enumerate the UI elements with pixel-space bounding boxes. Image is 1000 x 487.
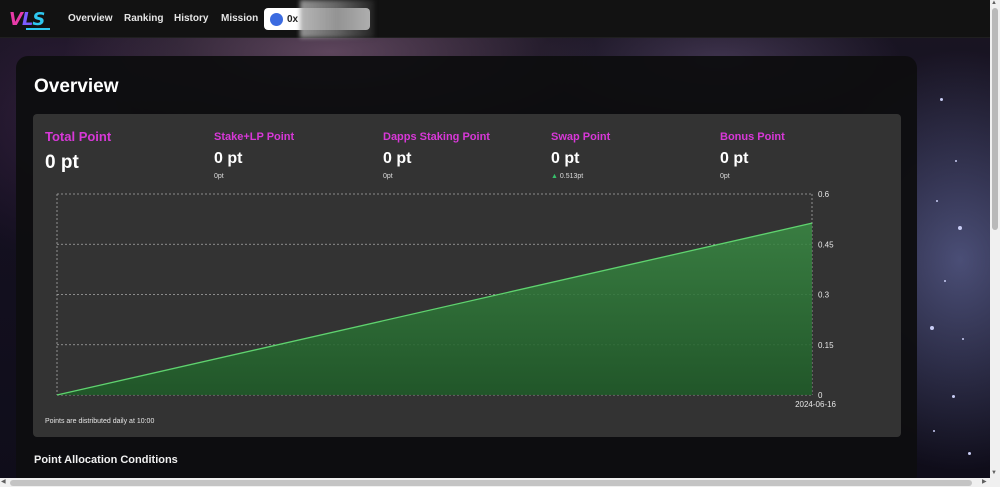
y-tick-label: 0.45 [818, 240, 834, 249]
y-tick-label: 0.3 [818, 291, 830, 300]
section-title: Point Allocation Conditions [34, 454, 178, 466]
y-tick-label: 0 [818, 391, 823, 400]
distribution-note: Points are distributed daily at 10:00 [45, 418, 155, 425]
x-tick-label: 2024-06-16 [795, 400, 836, 409]
scroll-up-arrow-icon[interactable]: ▲ [991, 0, 997, 6]
scroll-left-arrow-icon[interactable]: ◀ [1, 478, 6, 485]
horizontal-scrollbar-thumb[interactable] [10, 480, 972, 486]
y-tick-label: 0.6 [818, 190, 830, 199]
y-tick-label: 0.15 [818, 341, 834, 350]
scroll-down-arrow-icon[interactable]: ▼ [991, 470, 997, 476]
points-chart: 0 0.15 0.3 0.45 0.6 2024-06-16 [56, 190, 837, 409]
vertical-scrollbar-thumb[interactable] [992, 8, 998, 230]
scroll-right-arrow-icon[interactable]: ▶ [982, 478, 987, 485]
